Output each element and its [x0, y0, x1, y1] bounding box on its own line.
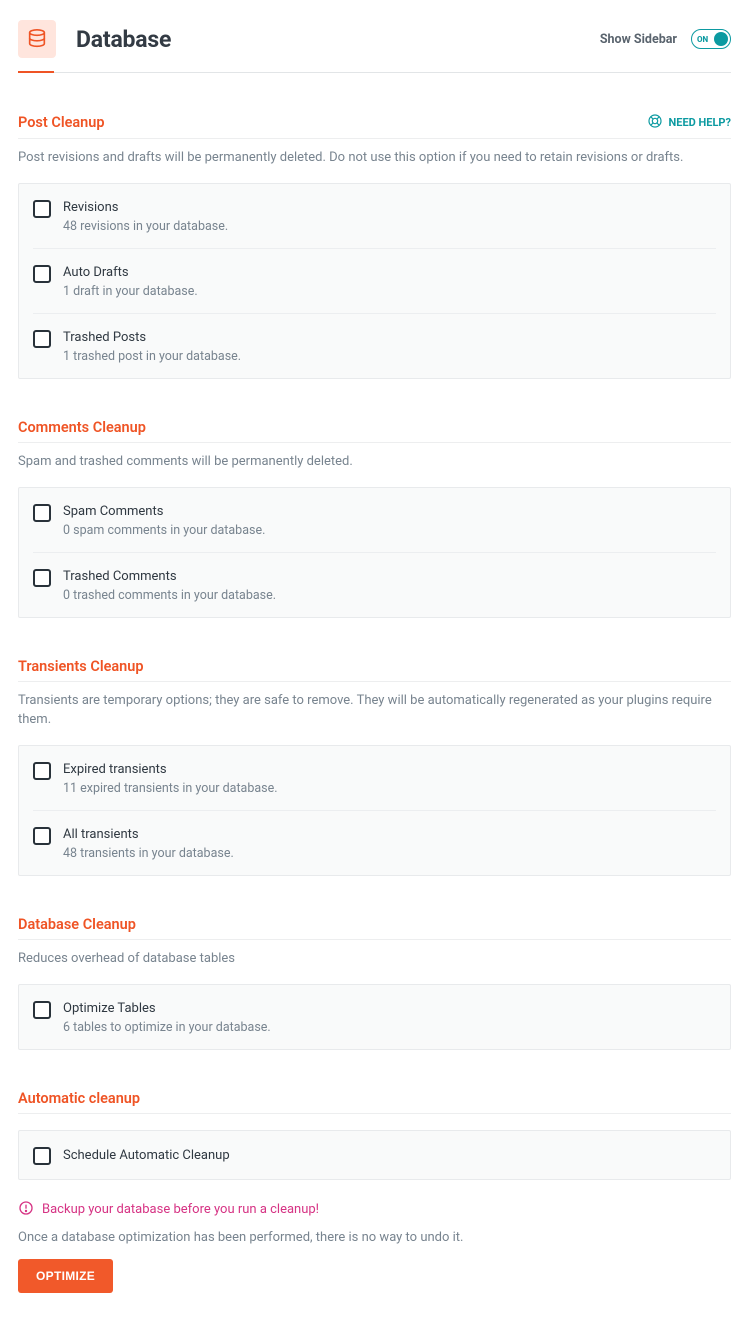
section-desc: Transients are temporary options; they a…: [18, 692, 731, 728]
section-desc: Spam and trashed comments will be perman…: [18, 453, 731, 471]
section-automatic-cleanup: Automatic cleanup Schedule Automatic Cle…: [18, 1090, 731, 1180]
show-sidebar-toggle[interactable]: ON: [691, 29, 731, 49]
section-title: Database Cleanup: [18, 916, 136, 933]
option-label: Schedule Automatic Cleanup: [63, 1148, 230, 1163]
warning-text: Backup your database before you run a cl…: [42, 1202, 319, 1217]
options-box: Expired transients 11 expired transients…: [18, 745, 731, 876]
option-label: Spam Comments: [63, 504, 265, 519]
checkbox[interactable]: [33, 265, 51, 283]
option-label: Revisions: [63, 200, 228, 215]
database-icon: [18, 20, 56, 58]
section-title: Automatic cleanup: [18, 1090, 140, 1107]
section-post-cleanup: Post Cleanup NEED HELP? Post revisions a…: [18, 113, 731, 379]
option-expired-transients[interactable]: Expired transients 11 expired transients…: [19, 746, 730, 810]
option-trashed-comments[interactable]: Trashed Comments 0 trashed comments in y…: [33, 552, 716, 617]
section-title: Comments Cleanup: [18, 419, 146, 436]
footer-note: Once a database optimization has been pe…: [18, 1230, 731, 1245]
option-label: Optimize Tables: [63, 1001, 271, 1016]
optimize-button[interactable]: OPTIMIZE: [18, 1259, 113, 1293]
header-right: Show Sidebar ON: [600, 29, 731, 49]
option-spam-comments[interactable]: Spam Comments 0 spam comments in your da…: [19, 488, 730, 552]
section-title: Transients Cleanup: [18, 658, 144, 675]
option-label: Expired transients: [63, 762, 278, 777]
section-desc: Post revisions and drafts will be perman…: [18, 149, 731, 167]
backup-warning: Backup your database before you run a cl…: [18, 1200, 731, 1220]
section-database-cleanup: Database Cleanup Reduces overhead of dat…: [18, 916, 731, 1050]
header-accent: [18, 71, 54, 73]
checkbox[interactable]: [33, 1147, 51, 1165]
header-left: Database: [18, 20, 171, 58]
option-revisions[interactable]: Revisions 48 revisions in your database.: [19, 184, 730, 248]
option-auto-drafts[interactable]: Auto Drafts 1 draft in your database.: [33, 248, 716, 313]
checkbox[interactable]: [33, 1001, 51, 1019]
option-all-transients[interactable]: All transients 48 transients in your dat…: [33, 810, 716, 875]
option-sublabel: 1 draft in your database.: [63, 284, 198, 299]
option-sublabel: 0 trashed comments in your database.: [63, 588, 276, 603]
option-sublabel: 6 tables to optimize in your database.: [63, 1020, 271, 1035]
option-sublabel: 48 transients in your database.: [63, 846, 234, 861]
checkbox[interactable]: [33, 827, 51, 845]
option-sublabel: 48 revisions in your database.: [63, 219, 228, 234]
option-label: Trashed Posts: [63, 330, 241, 345]
option-label: All transients: [63, 827, 234, 842]
need-help-label: NEED HELP?: [669, 116, 732, 129]
option-trashed-posts[interactable]: Trashed Posts 1 trashed post in your dat…: [33, 313, 716, 378]
checkbox[interactable]: [33, 762, 51, 780]
alert-circle-icon: [18, 1200, 34, 1220]
checkbox[interactable]: [33, 200, 51, 218]
options-box: Spam Comments 0 spam comments in your da…: [18, 487, 731, 618]
switch-on-label: ON: [697, 35, 708, 44]
option-label: Trashed Comments: [63, 569, 276, 584]
switch-knob: [714, 32, 728, 46]
section-desc: Reduces overhead of database tables: [18, 950, 731, 968]
options-box: Optimize Tables 6 tables to optimize in …: [18, 984, 731, 1050]
page-header: Database Show Sidebar ON: [18, 10, 731, 73]
options-box: Schedule Automatic Cleanup: [18, 1130, 731, 1180]
page-title: Database: [76, 26, 171, 53]
section-comments-cleanup: Comments Cleanup Spam and trashed commen…: [18, 419, 731, 618]
option-sublabel: 1 trashed post in your database.: [63, 349, 241, 364]
option-schedule-automatic-cleanup[interactable]: Schedule Automatic Cleanup: [19, 1131, 730, 1179]
lifebuoy-icon: [647, 113, 663, 132]
show-sidebar-label: Show Sidebar: [600, 32, 677, 47]
option-sublabel: 11 expired transients in your database.: [63, 781, 278, 796]
section-title: Post Cleanup: [18, 114, 105, 131]
options-box: Revisions 48 revisions in your database.…: [18, 183, 731, 379]
option-sublabel: 0 spam comments in your database.: [63, 523, 265, 538]
checkbox[interactable]: [33, 330, 51, 348]
option-label: Auto Drafts: [63, 265, 198, 280]
checkbox[interactable]: [33, 569, 51, 587]
section-transients-cleanup: Transients Cleanup Transients are tempor…: [18, 658, 731, 875]
option-optimize-tables[interactable]: Optimize Tables 6 tables to optimize in …: [19, 985, 730, 1049]
checkbox[interactable]: [33, 504, 51, 522]
need-help-link[interactable]: NEED HELP?: [647, 113, 732, 132]
